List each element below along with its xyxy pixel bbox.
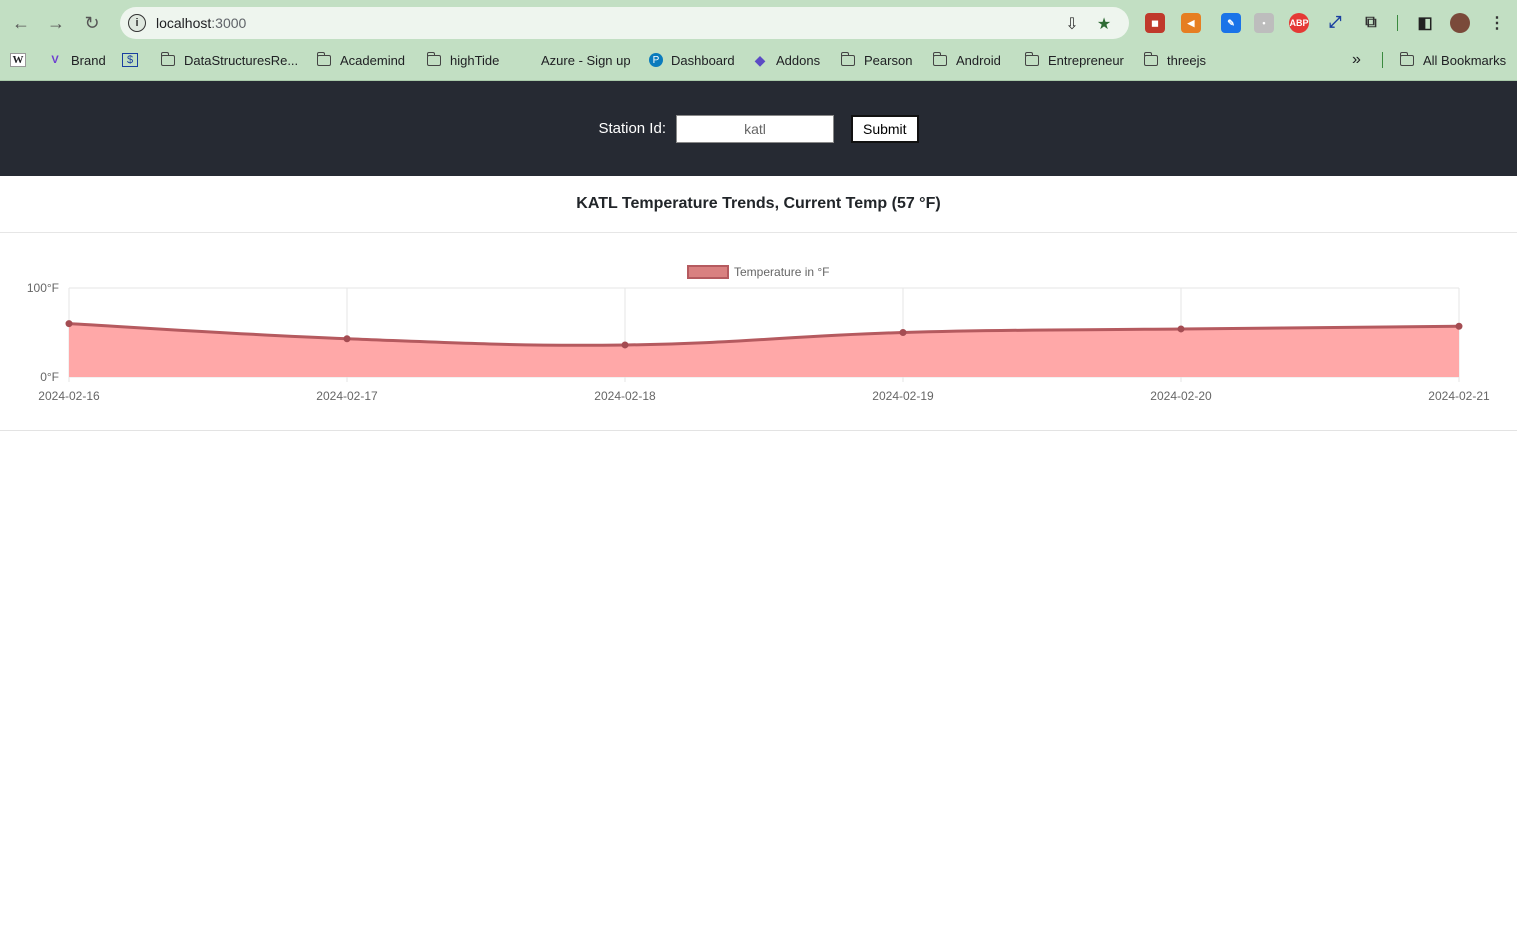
bookmark-label: Pearson <box>864 52 913 68</box>
x-tick-label: 2024-02-21 <box>1428 389 1490 403</box>
install-app-icon[interactable]: ⇩ <box>1061 13 1083 35</box>
bookmark-wikipedia[interactable]: W <box>10 50 34 70</box>
all-bookmarks-button[interactable]: All Bookmarks <box>1399 50 1507 70</box>
bookmark-label: Azure - Sign up <box>541 52 631 68</box>
megaphone-extension-icon[interactable]: ◀ <box>1181 13 1201 33</box>
bookmark-label: Brand <box>71 52 106 68</box>
bookmark-label: highTide <box>450 52 500 68</box>
x-tick-label: 2024-02-19 <box>872 389 934 403</box>
folder-icon <box>426 51 441 66</box>
toolbar-divider <box>1397 15 1398 31</box>
bookmark-addons[interactable]: ◆ Addons <box>752 50 820 70</box>
data-point <box>343 335 351 343</box>
data-point <box>899 329 907 336</box>
bookmark-azure[interactable]: Azure - Sign up <box>518 50 631 70</box>
folder-icon <box>932 51 947 66</box>
bookmark-label: threejs <box>1167 52 1207 68</box>
adblock-icon[interactable]: ABP <box>1289 13 1309 33</box>
bookmark-dollar[interactable]: $ <box>122 50 146 70</box>
temperature-chart: 100°F 0°F 2024-02-16 2024-02-17 2024-02-18 20… <box>27 265 1490 403</box>
bookmark-label: Dashboard <box>671 52 735 68</box>
station-id-label: Station Id: <box>598 120 666 137</box>
bookmark-label: Addons <box>776 52 821 68</box>
bookmarks-divider <box>1382 52 1383 68</box>
back-icon[interactable]: ← <box>7 9 35 37</box>
url-text[interactable]: localhost:3000 <box>156 15 246 31</box>
y-tick-label: 100°F <box>27 281 59 295</box>
data-point <box>621 341 629 349</box>
bookmark-entrepreneur[interactable]: Entrepreneur <box>1024 50 1124 70</box>
all-bookmarks-label: All Bookmarks <box>1423 52 1507 68</box>
bookmark-dashboard[interactable]: P Dashboard <box>649 50 735 70</box>
legend-label: Temperature in °F <box>734 265 830 279</box>
more-bookmarks-chevron-icon[interactable]: » <box>1352 50 1361 70</box>
x-tick-label: 2024-02-18 <box>594 389 656 403</box>
bookmark-threejs[interactable]: threejs <box>1143 50 1207 70</box>
data-point <box>1177 325 1185 333</box>
bookmark-pearson[interactable]: Pearson <box>840 50 913 70</box>
bookmark-label: Android <box>956 52 1001 68</box>
data-point <box>1455 322 1463 330</box>
card-title: KATL Temperature Trends, Current Temp (5… <box>0 176 1517 233</box>
side-panel-icon[interactable]: ◧ <box>1415 13 1435 33</box>
bookmark-hightide[interactable]: highTide <box>426 50 500 70</box>
submit-button[interactable]: Submit <box>850 114 919 143</box>
temperature-area <box>69 323 1459 377</box>
chart-card: KATL Temperature Trends, Current Temp (5… <box>0 176 1517 431</box>
app-header: Station Id: Submit <box>0 81 1517 176</box>
bookmark-brand[interactable]: V Brand <box>47 50 106 70</box>
bookmark-star-icon[interactable]: ★ <box>1093 13 1115 35</box>
station-id-input[interactable] <box>675 114 834 143</box>
folder-icon <box>160 51 175 66</box>
browser-toolbar: ← → ↻ i localhost:3000 ⇩ ★ ◼ ◀ ✎ • ABP ⤢… <box>0 5 1517 41</box>
avatar[interactable] <box>1450 13 1470 33</box>
folder-icon <box>1143 51 1158 66</box>
extensions-puzzle-icon[interactable]: ⧉ <box>1361 13 1381 33</box>
pen-extension-icon[interactable]: ✎ <box>1221 13 1241 33</box>
data-point <box>65 320 73 328</box>
p-icon: P <box>649 53 663 67</box>
reload-icon[interactable]: ↻ <box>78 9 106 37</box>
dollar-icon: $ <box>122 53 138 67</box>
folder-icon <box>316 51 331 66</box>
wikipedia-icon: W <box>10 53 26 67</box>
site-info-icon[interactable]: i <box>128 14 146 32</box>
bookmark-academind[interactable]: Academind <box>316 50 406 70</box>
bookmark-label: DataStructuresRe... <box>184 52 299 68</box>
bookmark-datastructures[interactable]: DataStructuresRe... <box>160 50 299 70</box>
x-tick-label: 2024-02-17 <box>316 389 378 403</box>
bookmarks-bar: W V Brand $ DataStructuresRe... Academin… <box>0 46 1517 74</box>
resize-extension-icon[interactable]: ⤢ <box>1325 13 1345 33</box>
vue-icon: V <box>51 54 59 66</box>
address-bar[interactable]: i localhost:3000 ⇩ ★ <box>120 7 1129 39</box>
extension-4-icon[interactable]: • <box>1254 13 1274 33</box>
folder-icon <box>1399 51 1414 66</box>
browser-chrome: ← → ↻ i localhost:3000 ⇩ ★ ◼ ◀ ✎ • ABP ⤢… <box>0 0 1517 81</box>
microsoft-icon <box>518 53 533 68</box>
menu-kebab-icon[interactable]: ⋮ <box>1487 13 1507 33</box>
bookmark-label: Academind <box>340 52 406 68</box>
addons-icon: ◆ <box>754 51 766 68</box>
forward-icon[interactable]: → <box>42 9 70 37</box>
folder-icon <box>840 51 855 66</box>
extension-1-icon[interactable]: ◼ <box>1145 13 1165 33</box>
y-tick-label: 0°F <box>40 370 59 384</box>
legend-swatch <box>687 265 729 279</box>
x-tick-label: 2024-02-16 <box>38 389 100 403</box>
bookmark-label: Entrepreneur <box>1048 52 1124 68</box>
bookmark-android[interactable]: Android <box>932 50 1001 70</box>
folder-icon <box>1024 51 1039 66</box>
x-tick-label: 2024-02-20 <box>1150 389 1212 403</box>
